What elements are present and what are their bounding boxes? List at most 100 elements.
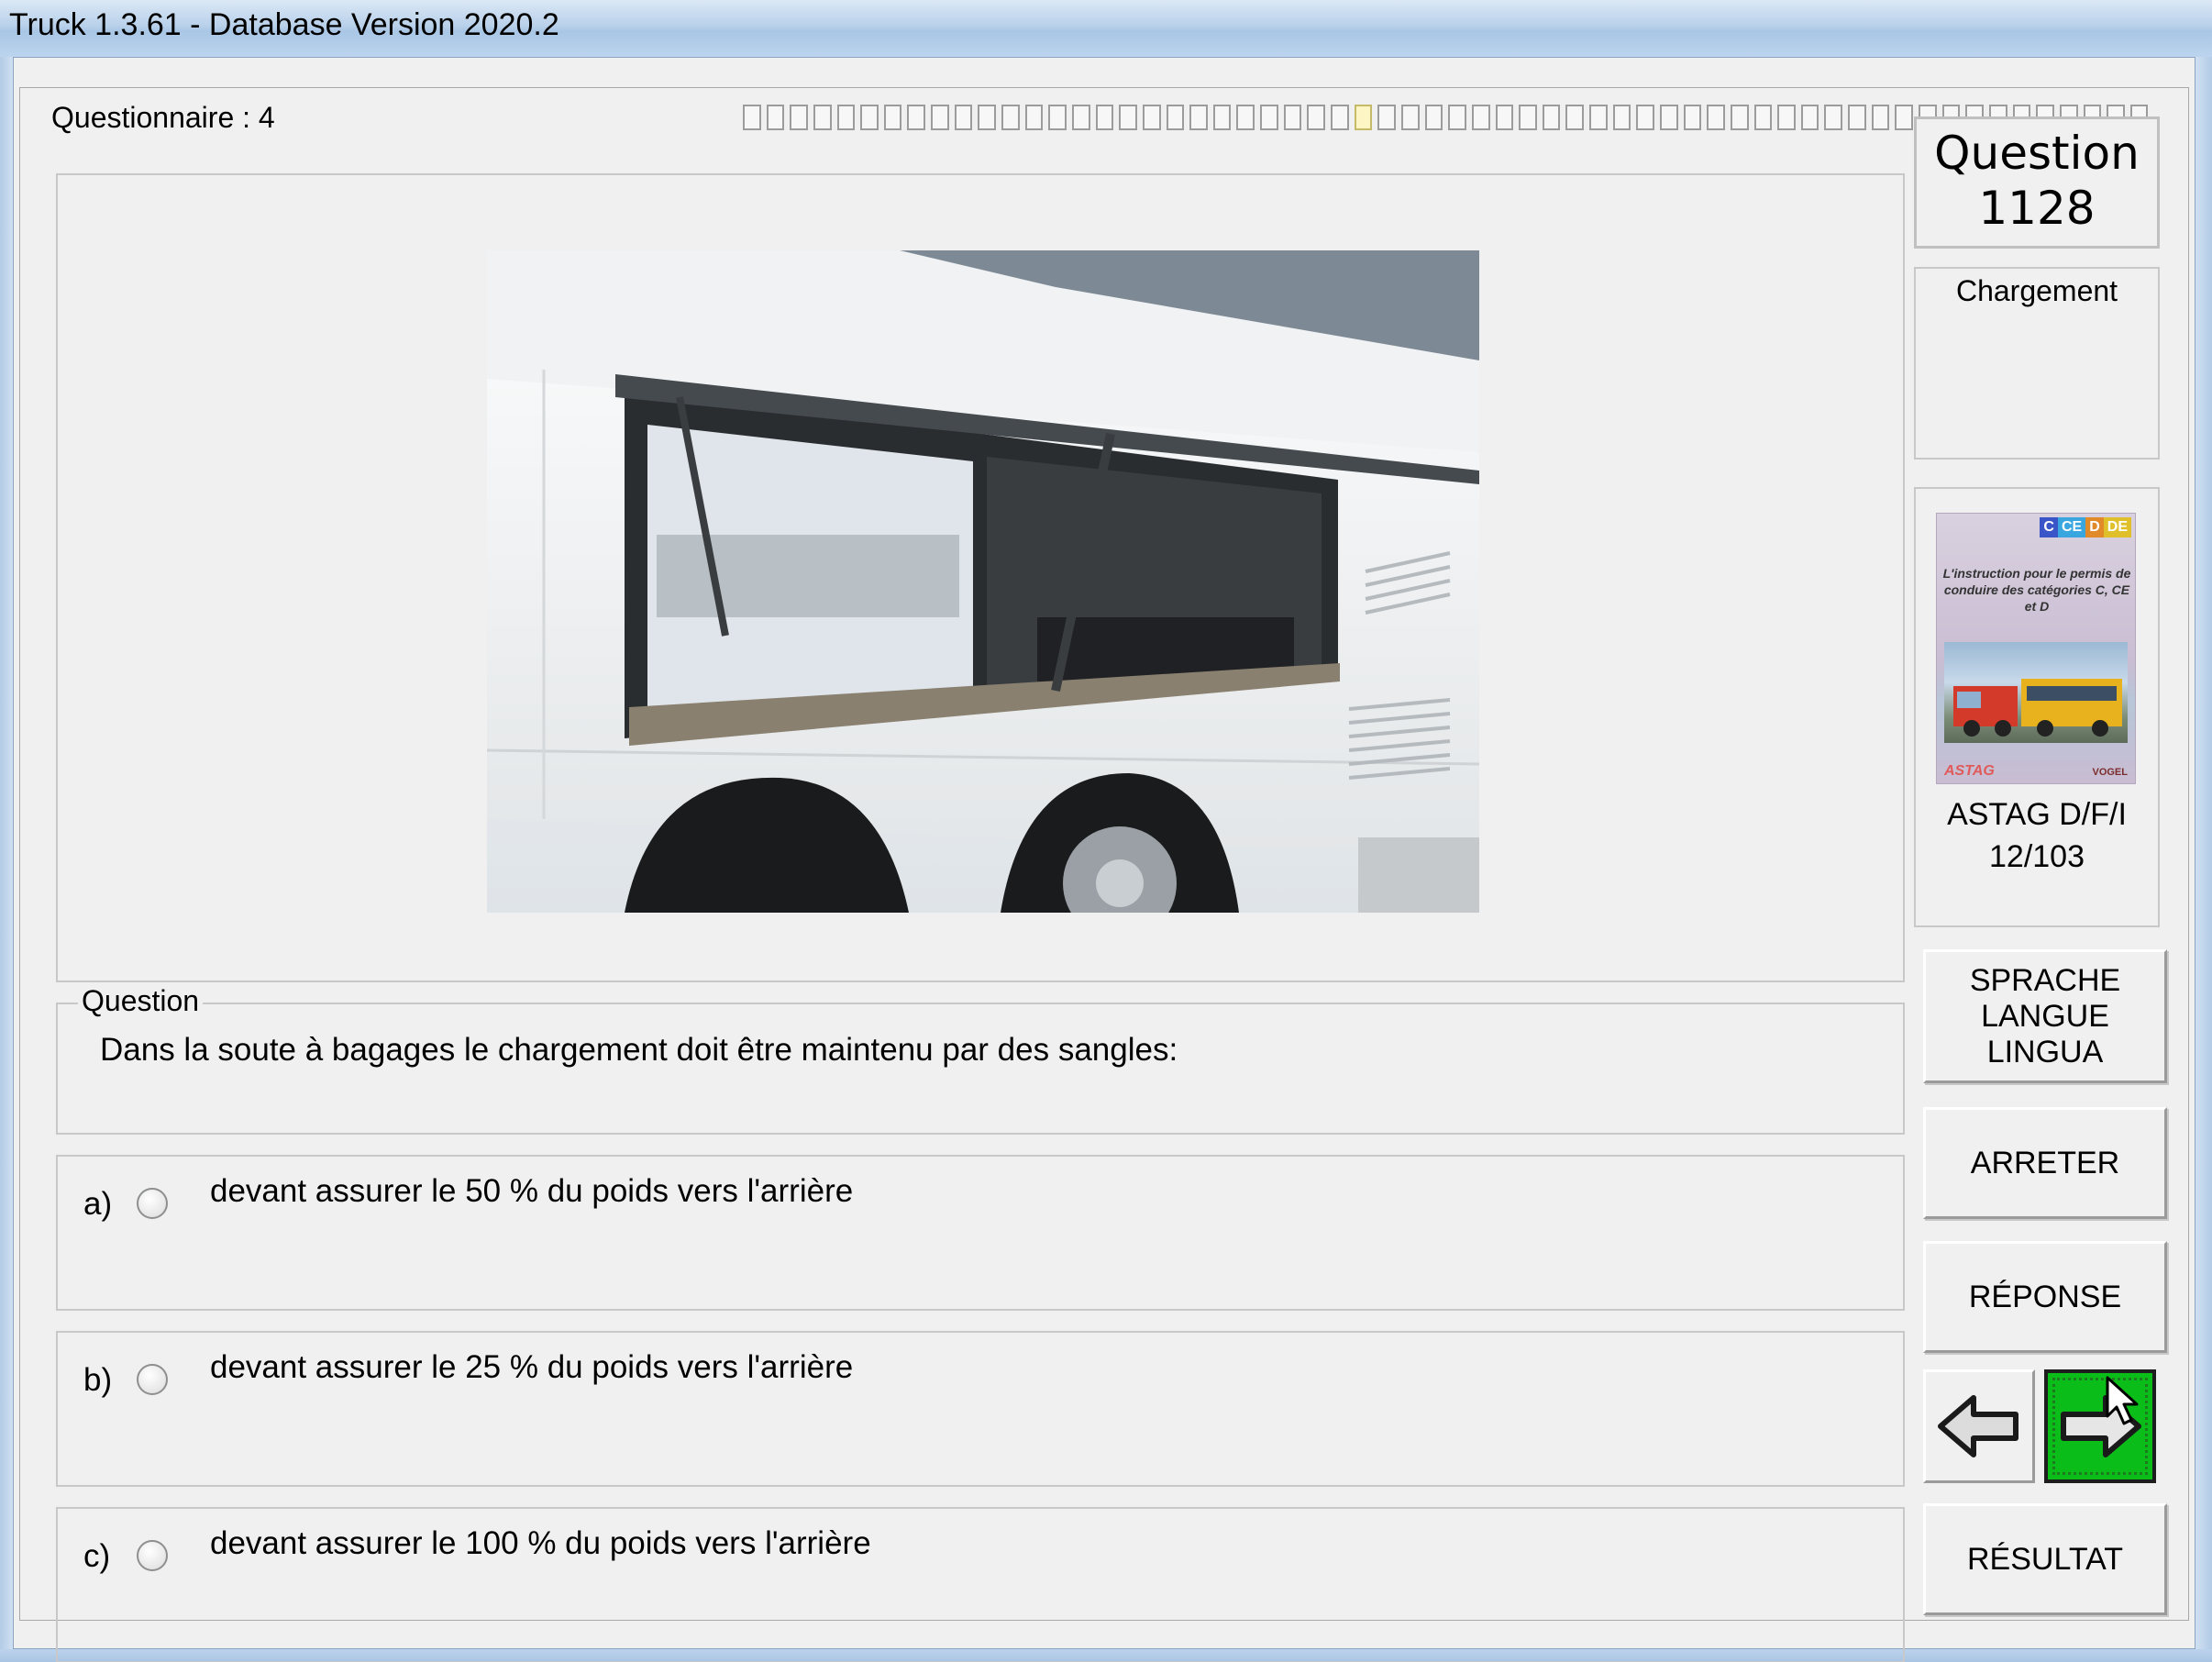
progress-segment — [1636, 105, 1654, 130]
progress-segment — [1283, 105, 1302, 130]
book-tag: DE — [2103, 517, 2131, 537]
book-page-reference: 12/103 — [1989, 839, 2085, 874]
progress-segment — [1730, 105, 1749, 130]
progress-segment — [1071, 105, 1090, 130]
previous-question-button[interactable] — [1923, 1369, 2035, 1483]
progress-segment — [1048, 105, 1067, 130]
language-label-it: LINGUA — [1986, 1034, 2104, 1069]
answer-option-b[interactable]: b) devant assurer le 25 % du poids vers … — [56, 1331, 1905, 1487]
progress-segment — [1753, 105, 1773, 130]
mouse-cursor-icon — [2106, 1376, 2139, 1425]
category-box: Chargement — [1914, 267, 2160, 460]
question-text: Dans la soute à bagages le chargement do… — [100, 1032, 1178, 1068]
question-number: 1128 — [1978, 182, 2096, 235]
progress-segment — [1542, 105, 1561, 130]
question-image-panel — [56, 173, 1905, 982]
bus-luggage-compartment-photo — [487, 250, 1479, 913]
progress-segment — [1612, 105, 1631, 130]
progress-segment — [1800, 105, 1819, 130]
progress-segment — [1895, 105, 1914, 130]
stop-button[interactable]: ARRETER — [1923, 1107, 2167, 1219]
answer-radio-b[interactable] — [137, 1364, 168, 1395]
client-area: Questionnaire : 4 Question Dans la soute… — [13, 57, 2195, 1662]
progress-segment — [1824, 105, 1843, 130]
book-publisher-logo: VOGEL — [2092, 767, 2128, 778]
progress-segment — [1142, 105, 1161, 130]
category-label: Chargement — [1955, 274, 2118, 307]
book-tag: C — [2040, 517, 2058, 537]
book-category-tags: C CE D DE — [2040, 517, 2131, 537]
language-label-fr: LANGUE — [1981, 998, 2109, 1034]
progress-segment — [978, 105, 997, 130]
progress-segment — [1848, 105, 1866, 130]
progress-segment — [954, 105, 973, 130]
book-publisher-logo: ASTAG — [1944, 763, 1995, 779]
progress-segment — [1448, 105, 1466, 130]
book-cover-image: C CE D DE L'instruction pour le permis d… — [1936, 513, 2136, 784]
progress-segment — [1189, 105, 1208, 130]
window-titlebar[interactable]: Truck 1.3.61 - Database Version 2020.2 — [0, 0, 2212, 57]
progress-segment — [1236, 105, 1255, 130]
question-number-box: Question 1128 — [1914, 116, 2160, 249]
progress-segment — [766, 105, 785, 130]
question-number-label: Question — [1934, 127, 2140, 180]
window-frame-left — [0, 57, 13, 1662]
progress-segment — [1707, 105, 1725, 130]
answer-radio-c[interactable] — [137, 1540, 168, 1571]
progress-segment-current — [1354, 105, 1373, 130]
progress-segment — [1377, 105, 1396, 130]
progress-segment — [860, 105, 879, 130]
progress-segment — [1659, 105, 1678, 130]
result-button-label: RÉSULTAT — [1966, 1541, 2124, 1577]
reference-book-box: C CE D DE L'instruction pour le permis d… — [1914, 487, 2160, 927]
book-cover-truck-photo — [1944, 642, 2128, 743]
language-label-de: SPRACHE — [1969, 962, 2121, 998]
answer-text: devant assurer le 50 % du poids vers l'a… — [210, 1173, 854, 1209]
progress-segment — [1024, 105, 1044, 130]
progress-segment — [1519, 105, 1537, 130]
book-tag: CE — [2057, 517, 2086, 537]
result-button[interactable]: RÉSULTAT — [1923, 1503, 2167, 1615]
answer-radio-a[interactable] — [137, 1188, 168, 1219]
answer-option-c[interactable]: c) devant assurer le 100 % du poids vers… — [56, 1507, 1905, 1662]
progress-segment — [1331, 105, 1349, 130]
progress-segment — [1001, 105, 1020, 130]
answer-letter: a) — [83, 1186, 113, 1222]
show-answer-button-label: RÉPONSE — [1968, 1279, 2122, 1314]
language-button[interactable]: SPRACHE LANGUE LINGUA — [1923, 949, 2167, 1083]
progress-segment — [907, 105, 926, 130]
progress-segment — [1495, 105, 1514, 130]
answer-letter: b) — [83, 1362, 113, 1398]
progress-segment — [883, 105, 902, 130]
progress-segment — [1871, 105, 1890, 130]
progress-segment — [790, 105, 808, 130]
progress-segment — [1777, 105, 1796, 130]
arrow-left-icon — [1938, 1395, 2018, 1457]
progress-segment — [1589, 105, 1608, 130]
progress-segment — [1307, 105, 1326, 130]
window-frame-right — [2195, 57, 2212, 1662]
question-legend: Question — [78, 984, 204, 1018]
progress-segment — [836, 105, 856, 130]
answer-letter: c) — [83, 1538, 111, 1574]
progress-segment — [1166, 105, 1185, 130]
answer-option-a[interactable]: a) devant assurer le 50 % du poids vers … — [56, 1155, 1905, 1311]
show-answer-button[interactable]: RÉPONSE — [1923, 1241, 2167, 1353]
progress-segment — [1471, 105, 1490, 130]
progress-segment — [1565, 105, 1585, 130]
progress-segment — [813, 105, 832, 130]
progress-segment — [1212, 105, 1232, 130]
questionnaire-label: Questionnaire : 4 — [46, 101, 281, 135]
progress-segment — [1683, 105, 1702, 130]
progress-segment — [1119, 105, 1137, 130]
book-tag: D — [2085, 517, 2104, 537]
book-cover-title: L'instruction pour le permis de conduire… — [1942, 566, 2131, 614]
answer-text: devant assurer le 25 % du poids vers l'a… — [210, 1349, 854, 1385]
progress-segment — [743, 105, 761, 130]
stop-button-label: ARRETER — [1970, 1145, 2120, 1180]
progress-segment — [1424, 105, 1443, 130]
window-title: Truck 1.3.61 - Database Version 2020.2 — [9, 7, 559, 42]
answer-text: devant assurer le 100 % du poids vers l'… — [210, 1525, 871, 1561]
progress-segment — [1400, 105, 1420, 130]
progress-segment — [931, 105, 949, 130]
